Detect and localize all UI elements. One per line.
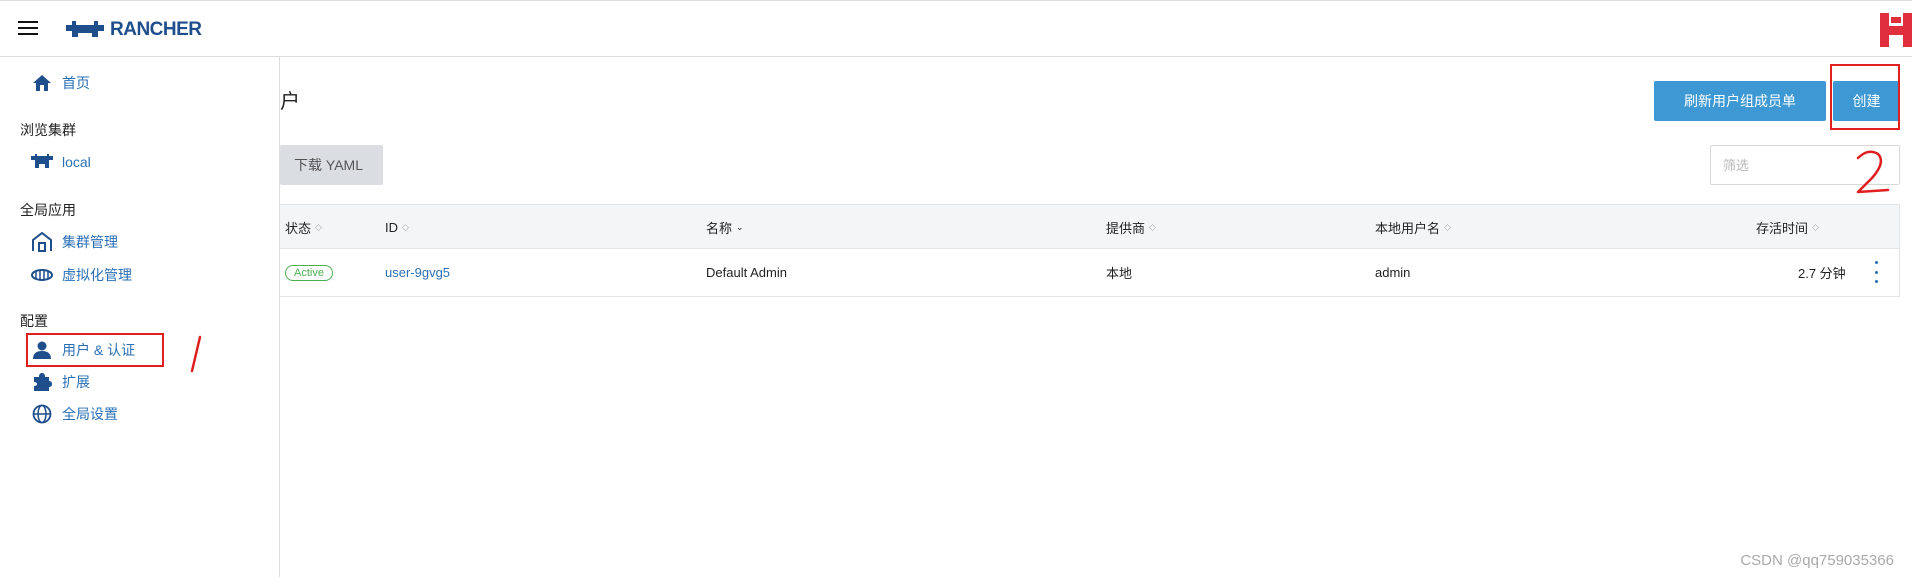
sort-icon: ◇ bbox=[315, 221, 322, 232]
sidebar-item-home[interactable]: 首页 bbox=[30, 71, 90, 95]
sort-icon: ◇ bbox=[1149, 221, 1156, 232]
sidebar-item-local[interactable]: local bbox=[30, 150, 91, 174]
sidebar-item-extensions[interactable]: 扩展 bbox=[30, 370, 90, 394]
config-heading: 配置 bbox=[20, 313, 48, 329]
barn-icon bbox=[30, 232, 54, 252]
explore-cluster-heading: 浏览集群 bbox=[20, 122, 76, 138]
annotation-box-create bbox=[1830, 64, 1900, 130]
sidebar-item-virtualization[interactable]: 虚拟化管理 bbox=[30, 263, 132, 287]
table-row: Active user-9gvg5 Default Admin 本地 admin… bbox=[280, 249, 1899, 296]
user-name-cell: Default Admin bbox=[706, 265, 787, 280]
column-header-age[interactable]: 存活时间 ◇ bbox=[1756, 205, 1819, 249]
download-yaml-button[interactable]: 下载 YAML bbox=[280, 145, 383, 185]
sidebar-item-label: 虚拟化管理 bbox=[62, 267, 132, 283]
cattle-logo-icon bbox=[66, 21, 104, 37]
row-actions-icon[interactable] bbox=[1871, 261, 1881, 283]
sidebar-item-label: 首页 bbox=[62, 75, 90, 91]
sidebar-item-label: 集群管理 bbox=[62, 234, 118, 250]
main-content: 户 刷新用户组成员单 创建 下载 YAML 状态◇ ID◇ 名称⌄ 提供商◇ 本… bbox=[280, 57, 1912, 577]
status-cell: Active bbox=[285, 249, 333, 296]
sidebar-item-label: 全局设置 bbox=[62, 406, 118, 422]
user-id-link[interactable]: user-9gvg5 bbox=[385, 249, 450, 296]
column-header-status[interactable]: 状态 ◇ bbox=[285, 205, 322, 249]
global-apps-heading: 全局应用 bbox=[20, 202, 76, 218]
status-badge: Active bbox=[285, 264, 333, 281]
username-cell: admin bbox=[1375, 265, 1411, 280]
sidebar-item-label: 扩展 bbox=[62, 374, 90, 390]
rancher-logo[interactable]: RANCHER bbox=[64, 17, 202, 43]
cattle-icon bbox=[30, 152, 54, 172]
harvester-icon bbox=[30, 265, 54, 285]
globe-icon bbox=[30, 404, 54, 424]
top-bar: RANCHER bbox=[0, 0, 1912, 57]
table-header: 状态 ◇ ID ◇ 名称 ⌄ 提供商 ◇ 本地用户名 ◇ 存活时间 ◇ bbox=[280, 205, 1899, 249]
column-header-provider[interactable]: 提供商 ◇ bbox=[1106, 205, 1156, 249]
refresh-group-membership-button[interactable]: 刷新用户组成员单 bbox=[1654, 81, 1826, 121]
column-header-local-username[interactable]: 本地用户名 ◇ bbox=[1375, 205, 1451, 249]
column-header-name[interactable]: 名称 ⌄ bbox=[706, 205, 744, 249]
sidebar: 首页 浏览集群 local 全局应用 集群管理 虚拟化管理 配置 用户 & 认证… bbox=[0, 57, 280, 577]
sidebar-item-cluster-management[interactable]: 集群管理 bbox=[30, 230, 118, 254]
sort-desc-icon: ⌄ bbox=[736, 221, 744, 232]
sidebar-item-label: local bbox=[62, 154, 91, 170]
annotation-box-users-auth bbox=[26, 333, 164, 367]
menu-icon[interactable] bbox=[18, 21, 38, 35]
sort-icon: ◇ bbox=[1812, 221, 1819, 232]
sort-icon: ◇ bbox=[402, 221, 409, 232]
sort-icon: ◇ bbox=[1444, 221, 1451, 232]
column-header-id[interactable]: ID ◇ bbox=[385, 205, 409, 249]
watermark: CSDN @qq759035366 bbox=[1740, 552, 1894, 569]
age-cell: 2.7 分钟 bbox=[1798, 266, 1846, 281]
page-title: 户 bbox=[280, 91, 300, 113]
home-icon bbox=[30, 73, 54, 93]
provider-cell: 本地 bbox=[1106, 266, 1133, 281]
annotation-number-2 bbox=[1856, 150, 1890, 194]
logo-text: RANCHER bbox=[110, 19, 202, 40]
sidebar-item-global-settings[interactable]: 全局设置 bbox=[30, 402, 118, 426]
brand-corner-icon bbox=[1880, 13, 1912, 47]
users-table: 状态 ◇ ID ◇ 名称 ⌄ 提供商 ◇ 本地用户名 ◇ 存活时间 ◇ Active use… bbox=[280, 204, 1900, 297]
puzzle-icon bbox=[30, 372, 54, 392]
annotation-number-1 bbox=[190, 335, 202, 373]
